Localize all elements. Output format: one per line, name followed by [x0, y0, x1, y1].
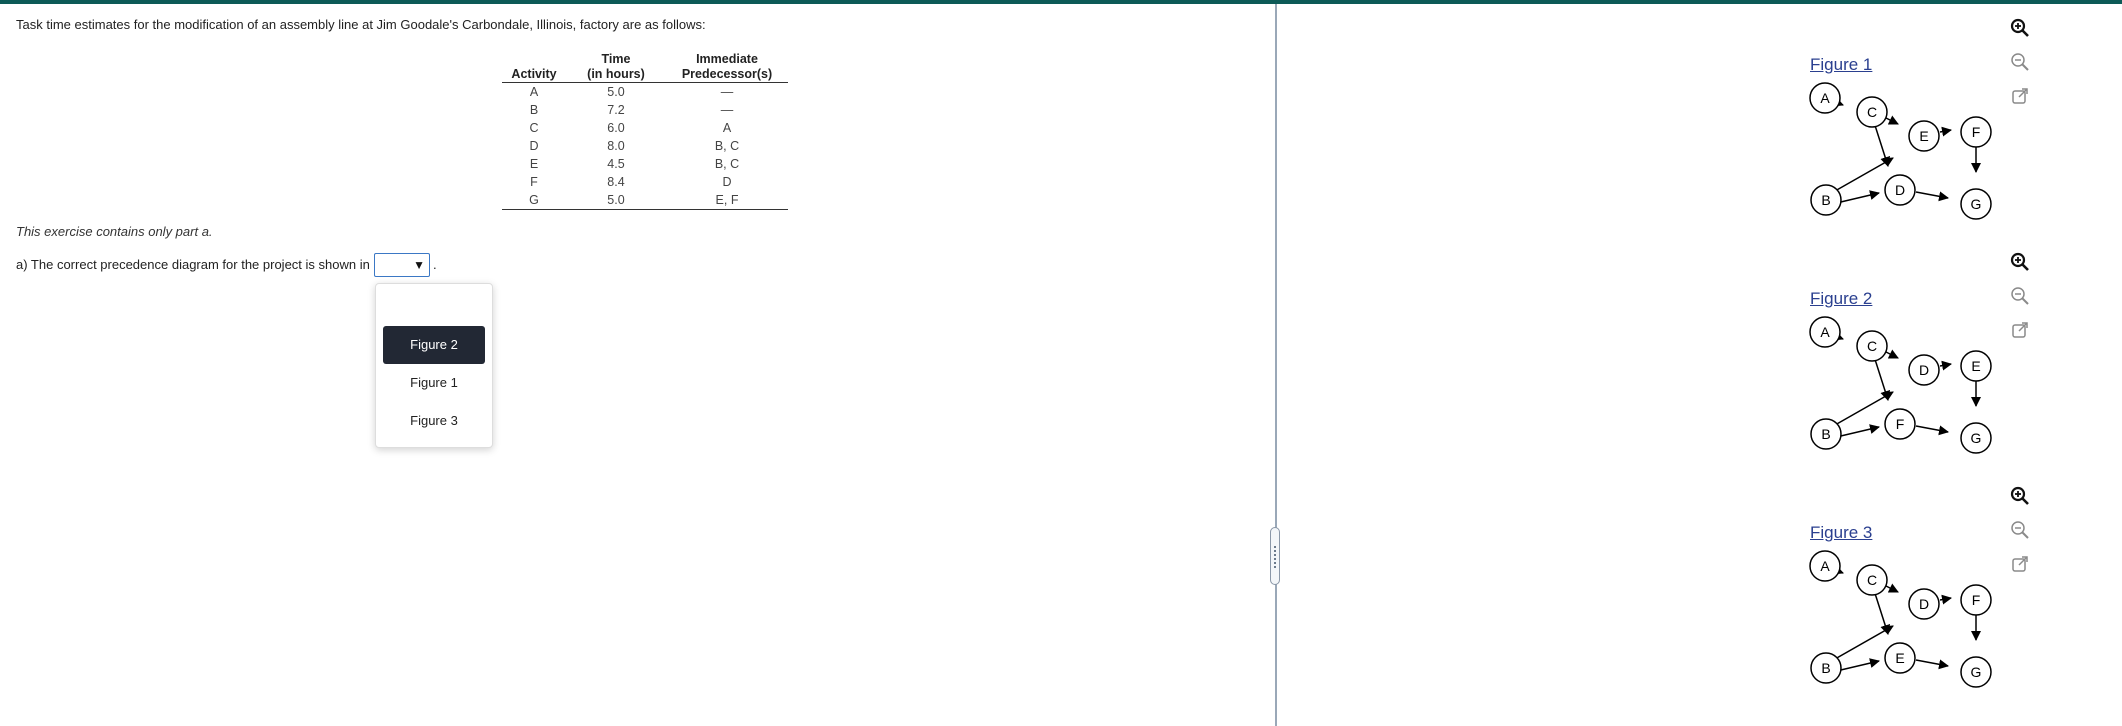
node-label: A [1820, 324, 1830, 340]
node-label: E [1895, 650, 1904, 666]
question-part-a: a) The correct precedence diagram for th… [16, 257, 370, 272]
node-label: F [1972, 592, 1981, 608]
open-new-window-icon[interactable] [2009, 85, 2031, 107]
node-label: G [1971, 196, 1982, 212]
figure-2-diagram: A C D E B F G [1809, 316, 1992, 454]
node-label: A [1820, 558, 1830, 574]
pane-resize-handle[interactable] [1270, 527, 1280, 585]
zoom-in-icon[interactable] [2009, 251, 2031, 273]
node-label: E [1919, 128, 1928, 144]
dropdown-arrow-icon[interactable]: ▼ [413, 257, 425, 273]
open-new-window-icon[interactable] [2009, 553, 2031, 575]
dropdown-option-figure-3[interactable]: Figure 3 [383, 402, 485, 440]
figure-answer-select[interactable]: ▼ [374, 253, 430, 277]
zoom-in-icon[interactable] [2009, 485, 2031, 507]
node-label: C [1867, 572, 1877, 588]
table-row: F 8.4 D [530, 175, 732, 189]
node-label: E [1971, 358, 1980, 374]
table-row: D 8.0 B, C [529, 139, 740, 153]
zoom-out-icon[interactable] [2009, 519, 2031, 541]
node-label: B [1821, 660, 1830, 676]
node-label: B [1821, 192, 1830, 208]
question-period: . [433, 257, 437, 272]
table-row: C 6.0 A [529, 121, 732, 135]
dropdown-option-figure-2[interactable]: Figure 2 [383, 326, 485, 364]
node-label: G [1971, 664, 1982, 680]
zoom-out-icon[interactable] [2009, 285, 2031, 307]
table-row: A 5.0— [529, 85, 734, 99]
table-row: B 7.2— [529, 103, 734, 117]
exercise-note: This exercise contains only part a. [16, 224, 213, 239]
node-label: D [1919, 362, 1929, 378]
pane-divider [1275, 4, 1277, 726]
node-label: C [1867, 338, 1877, 354]
figure-dropdown-menu: Figure 2 Figure 1 Figure 3 [375, 283, 493, 448]
node-label: D [1895, 182, 1905, 198]
table-row: G 5.0 E, F [502, 191, 788, 210]
header-predecessors: Immediate Predecessor(s) [666, 48, 788, 83]
node-label: F [1896, 416, 1905, 432]
zoom-out-icon[interactable] [2009, 51, 2031, 73]
figure-1-diagram: A C E F B D G [1809, 82, 1992, 220]
zoom-in-icon[interactable] [2009, 17, 2031, 39]
open-new-window-icon[interactable] [2009, 319, 2031, 341]
node-label: A [1820, 90, 1830, 106]
grip-dots-icon [1274, 546, 1276, 568]
header-activity: Activity [502, 48, 566, 83]
figure-3-diagram: A C D F B E G [1809, 550, 1992, 688]
task-time-table: Activity Time (in hours) Immediate Predece… [502, 48, 788, 210]
problem-prompt: Task time estimates for the modification… [16, 17, 706, 32]
node-label: F [1972, 124, 1981, 140]
node-label: G [1971, 430, 1982, 446]
dropdown-option-figure-1[interactable]: Figure 1 [383, 364, 485, 402]
question-pane: Task time estimates for the modification… [0, 4, 1274, 726]
node-label: C [1867, 104, 1877, 120]
node-label: B [1821, 426, 1830, 442]
node-label: D [1919, 596, 1929, 612]
table-row: E 4.5 B, C [529, 157, 740, 171]
header-time: Time (in hours) [566, 48, 666, 83]
